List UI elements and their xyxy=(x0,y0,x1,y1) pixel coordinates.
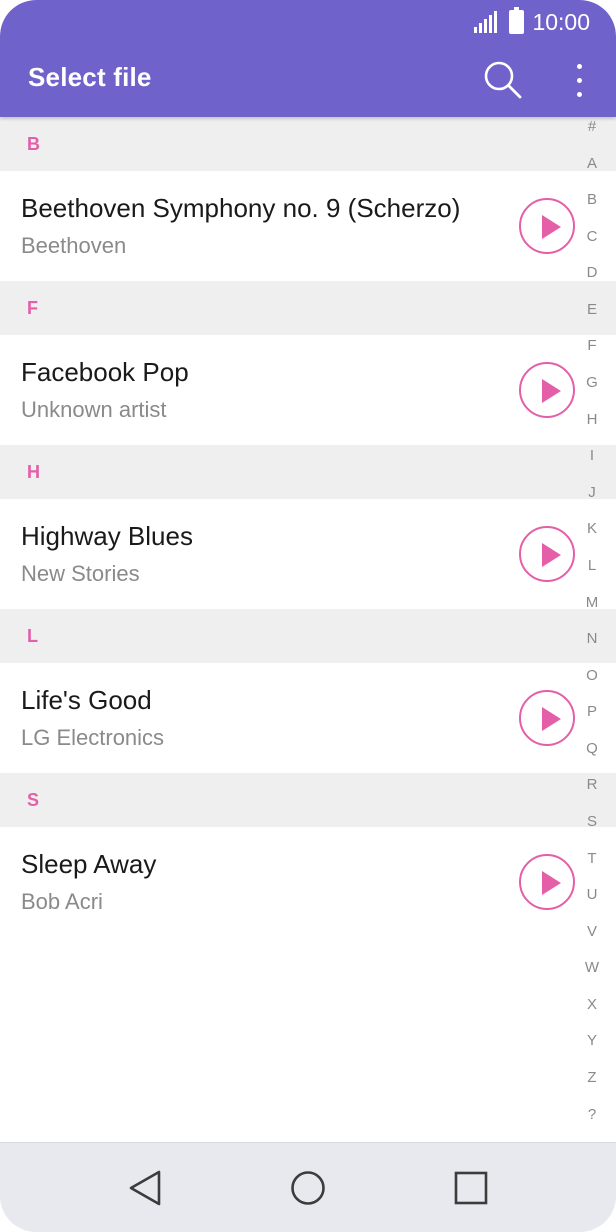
play-icon xyxy=(542,543,561,567)
list-item[interactable]: Facebook Pop Unknown artist xyxy=(0,335,616,445)
index-letter[interactable]: R xyxy=(587,776,598,794)
section-header-h: H xyxy=(0,445,616,499)
section-letter: H xyxy=(27,462,40,482)
page-title: Select file xyxy=(28,62,152,92)
song-title: Beethoven Symphony no. 9 (Scherzo) xyxy=(21,193,461,223)
song-title: Highway Blues xyxy=(21,521,193,551)
phone-screen: 10:00 Select file B Beethoven Symphony n… xyxy=(0,0,616,1232)
index-letter[interactable]: A xyxy=(587,155,597,173)
section-header-b: B xyxy=(0,117,616,171)
index-letter[interactable]: T xyxy=(587,850,596,868)
index-letter[interactable]: V xyxy=(587,923,597,941)
battery-icon xyxy=(509,7,525,34)
index-letter[interactable]: M xyxy=(586,594,599,612)
file-list: B Beethoven Symphony no. 9 (Scherzo) Bee… xyxy=(0,117,616,937)
song-artist: Beethoven xyxy=(21,233,127,258)
more-vert-icon xyxy=(576,63,582,69)
alphabet-index-bar[interactable]: # A B C D E F G H I J K L M N O P Q R S … xyxy=(576,116,608,1130)
song-artist: Bob Acri xyxy=(21,889,103,914)
more-options-button[interactable] xyxy=(564,58,594,102)
song-artist: New Stories xyxy=(21,561,140,586)
song-title: Sleep Away xyxy=(21,849,157,879)
index-letter[interactable]: J xyxy=(588,484,596,502)
song-title: Facebook Pop xyxy=(21,357,189,387)
list-item[interactable]: Highway Blues New Stories xyxy=(0,499,616,609)
song-title: Life's Good xyxy=(21,685,152,715)
search-icon xyxy=(484,61,522,99)
index-letter[interactable]: ? xyxy=(588,1106,596,1124)
system-navigation-bar xyxy=(0,1142,616,1232)
section-header-l: L xyxy=(0,609,616,663)
song-artist: LG Electronics xyxy=(21,725,165,750)
play-icon xyxy=(542,215,561,239)
section-letter: S xyxy=(27,790,40,810)
section-letter: F xyxy=(27,298,38,318)
index-letter[interactable]: O xyxy=(586,667,598,685)
play-button[interactable] xyxy=(519,854,575,910)
list-item[interactable]: Life's Good LG Electronics xyxy=(0,663,616,773)
list-item[interactable]: Beethoven Symphony no. 9 (Scherzo) Beeth… xyxy=(0,171,616,281)
index-letter[interactable]: P xyxy=(587,703,597,721)
signal-icon xyxy=(474,11,498,33)
section-letter: L xyxy=(27,626,38,646)
index-letter[interactable]: B xyxy=(587,191,597,209)
app-header: 10:00 Select file xyxy=(0,0,616,117)
index-letter[interactable]: D xyxy=(587,264,598,282)
play-button[interactable] xyxy=(519,526,575,582)
index-letter[interactable]: C xyxy=(587,228,598,246)
play-button[interactable] xyxy=(519,362,575,418)
index-letter[interactable]: # xyxy=(588,118,596,136)
song-artist: Unknown artist xyxy=(21,397,167,422)
play-icon xyxy=(542,379,561,403)
play-button[interactable] xyxy=(519,198,575,254)
status-time: 10:00 xyxy=(532,8,590,35)
play-icon xyxy=(542,871,561,895)
index-letter[interactable]: N xyxy=(587,630,598,648)
index-letter[interactable]: L xyxy=(588,557,596,575)
play-button[interactable] xyxy=(519,690,575,746)
index-letter[interactable]: G xyxy=(586,374,598,392)
index-letter[interactable]: K xyxy=(587,520,597,538)
index-letter[interactable]: S xyxy=(587,813,597,831)
index-letter[interactable]: Z xyxy=(587,1069,596,1087)
play-icon xyxy=(542,707,561,731)
index-letter[interactable]: U xyxy=(587,886,598,904)
section-header-f: F xyxy=(0,281,616,335)
more-vert-icon-dot xyxy=(576,91,582,97)
index-letter[interactable]: F xyxy=(587,337,596,355)
search-button[interactable] xyxy=(480,58,526,102)
status-bar: 10:00 xyxy=(474,7,590,36)
index-letter[interactable]: I xyxy=(590,447,594,465)
index-letter[interactable]: H xyxy=(587,411,598,429)
back-icon[interactable] xyxy=(127,1169,163,1207)
index-letter[interactable]: W xyxy=(585,959,599,977)
section-letter: B xyxy=(27,134,40,154)
more-vert-icon-dot xyxy=(576,77,582,83)
section-header-s: S xyxy=(0,773,616,827)
home-icon[interactable] xyxy=(290,1170,326,1206)
list-item[interactable]: Sleep Away Bob Acri xyxy=(0,827,616,937)
index-letter[interactable]: E xyxy=(587,301,597,319)
recent-apps-icon[interactable] xyxy=(454,1171,488,1205)
index-letter[interactable]: Q xyxy=(586,740,598,758)
index-letter[interactable]: Y xyxy=(587,1032,597,1050)
index-letter[interactable]: X xyxy=(587,996,597,1014)
